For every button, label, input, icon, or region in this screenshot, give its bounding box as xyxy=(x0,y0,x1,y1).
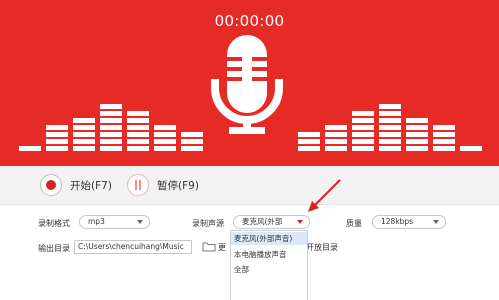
dropdown-option-mic[interactable]: 麦克风(外部声音) xyxy=(231,232,307,245)
pause-label: 暂停(F9) xyxy=(157,179,199,192)
folder-icon[interactable] xyxy=(202,241,216,252)
chevron-down-icon xyxy=(297,220,303,224)
pause-icon xyxy=(127,174,149,196)
chevron-down-icon xyxy=(137,220,143,224)
quality-value: 128kbps xyxy=(381,217,414,226)
source-value: 麦克风(外部 xyxy=(242,217,283,226)
quality-select[interactable]: 128kbps xyxy=(372,215,446,229)
output-path: C:\Users\chencuihang\Music xyxy=(78,242,184,251)
output-path-field[interactable]: C:\Users\chencuihang\Music xyxy=(74,240,192,254)
microphone-icon xyxy=(211,35,283,134)
output-label: 输出目录 xyxy=(38,244,70,253)
quality-label: 质量 xyxy=(346,219,362,228)
source-label: 录制声源 xyxy=(192,219,224,228)
start-label: 开始(F7) xyxy=(70,179,112,192)
chevron-down-icon xyxy=(433,220,439,224)
format-select[interactable]: mp3 xyxy=(79,215,150,229)
dropdown-option-pc[interactable]: 本电脑播放声音 xyxy=(231,248,307,261)
start-button[interactable]: 开始(F7) xyxy=(40,173,112,197)
pause-button[interactable]: 暂停(F9) xyxy=(127,173,199,197)
record-icon xyxy=(40,174,62,196)
format-value: mp3 xyxy=(88,217,105,226)
source-select[interactable]: 麦克风(外部 xyxy=(233,215,310,229)
dropdown-option-all[interactable]: 全部 xyxy=(231,263,307,276)
format-label: 录制格式 xyxy=(38,219,70,228)
source-dropdown-menu: 麦克风(外部声音) 本电脑播放声音 全部 xyxy=(230,230,308,300)
recorder-visual-area: 00:00:00 xyxy=(0,0,499,166)
change-dir-label[interactable]: 更 xyxy=(218,242,226,253)
open-dir-label[interactable]: 开放目录 xyxy=(306,242,338,253)
recording-controls: 开始(F7) 暂停(F9) xyxy=(0,166,499,205)
